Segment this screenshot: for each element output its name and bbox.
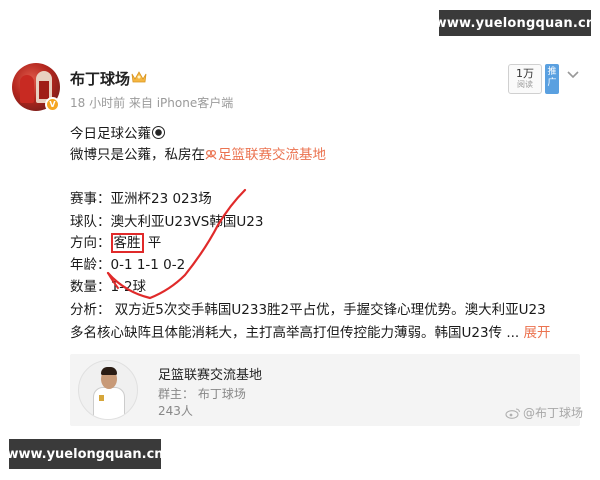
read-count-box[interactable]: 1万 阅读 (508, 64, 542, 94)
site-watermark-bottom: www.yuelongquan.cn (6, 439, 164, 469)
teams-label: 球队： (70, 214, 111, 230)
post-line-1: 今日足球公蕹 (70, 122, 165, 142)
jersey-badge-icon (99, 395, 104, 401)
group-card[interactable]: 足篮联赛交流基地 群主： 布丁球场 243人 (70, 354, 580, 426)
age-row: 年龄：0-1 1-1 0-2 (70, 253, 185, 273)
post-line-2: 微博只是公蕹，私房在 足篮联赛交流基地 (70, 143, 326, 163)
weibo-watermark: @布丁球场 (505, 404, 583, 421)
teams-value: 澳大利亚U23VS韩国U23 (110, 214, 264, 230)
post-meta: 18 小时前 来自 iPhone客户端 (70, 96, 234, 110)
age-value: 0-1 1-1 0-2 (110, 257, 186, 273)
soccer-ball-icon (152, 126, 165, 139)
group-member-count: 243人 (158, 404, 193, 418)
match-row: 赛事：亚洲杯23 023场 (70, 187, 212, 207)
expand-link[interactable]: 展开 (524, 325, 551, 341)
count-value: 1-2球 (110, 279, 147, 295)
analysis-text: 多名核心缺阵且体能消耗大，主打高举高打但传控能力薄弱。韩国U23传 ... (70, 325, 520, 341)
count-row: 数量：1-2球 (70, 275, 146, 295)
read-count: 1万 (516, 67, 534, 80)
direction-rest: 平 (143, 235, 162, 251)
group-avatar (78, 360, 138, 420)
player-figure (101, 367, 117, 375)
crown-icon (131, 71, 147, 83)
group-link[interactable]: 足篮联赛交流基地 (205, 147, 326, 163)
weibo-logo-icon (505, 408, 520, 419)
verified-badge-icon: V (45, 97, 60, 112)
analysis-line-1: 分析： 双方近5次交手韩国U233胜2平占优，手握交锋心理优势。澳大利亚U23 (70, 302, 546, 318)
post-username[interactable]: 布丁球场 (70, 68, 130, 89)
match-label: 赛事： (70, 191, 111, 207)
promote-tag[interactable]: 推广 (545, 64, 559, 94)
group-link-icon (205, 149, 217, 160)
chevron-down-icon[interactable] (566, 70, 580, 80)
match-value: 亚洲杯23 023场 (110, 191, 212, 207)
analysis-line-2: 多名核心缺阵且体能消耗大，主打高举高打但传控能力薄弱。韩国U23传 ... 展开 (70, 321, 551, 341)
weibo-post: V 布丁球场 18 小时前 来自 iPhone客户端 1万 阅读 推广 今日足球… (0, 0, 600, 480)
direction-highlight: 客胜 (110, 233, 144, 253)
group-owner: 群主： 布丁球场 (158, 387, 246, 401)
direction-row: 方向： 客胜 平 (70, 231, 162, 253)
player-figure (93, 387, 125, 419)
weibo-watermark-text: @布丁球场 (523, 406, 584, 420)
count-label: 数量： (70, 279, 111, 295)
avatar-figure (20, 75, 34, 103)
post-text: 微博只是公蕹，私房在 (70, 147, 205, 163)
read-count-label: 阅读 (517, 80, 533, 89)
group-link-text: 足篮联赛交流基地 (218, 147, 326, 163)
age-label: 年龄： (70, 257, 111, 273)
group-name: 足篮联赛交流基地 (158, 368, 263, 383)
direction-label: 方向： (70, 235, 111, 251)
teams-row: 球队：澳大利亚U23VS韩国U23 (70, 210, 263, 230)
post-text: 今日足球公蕹 (70, 126, 151, 142)
